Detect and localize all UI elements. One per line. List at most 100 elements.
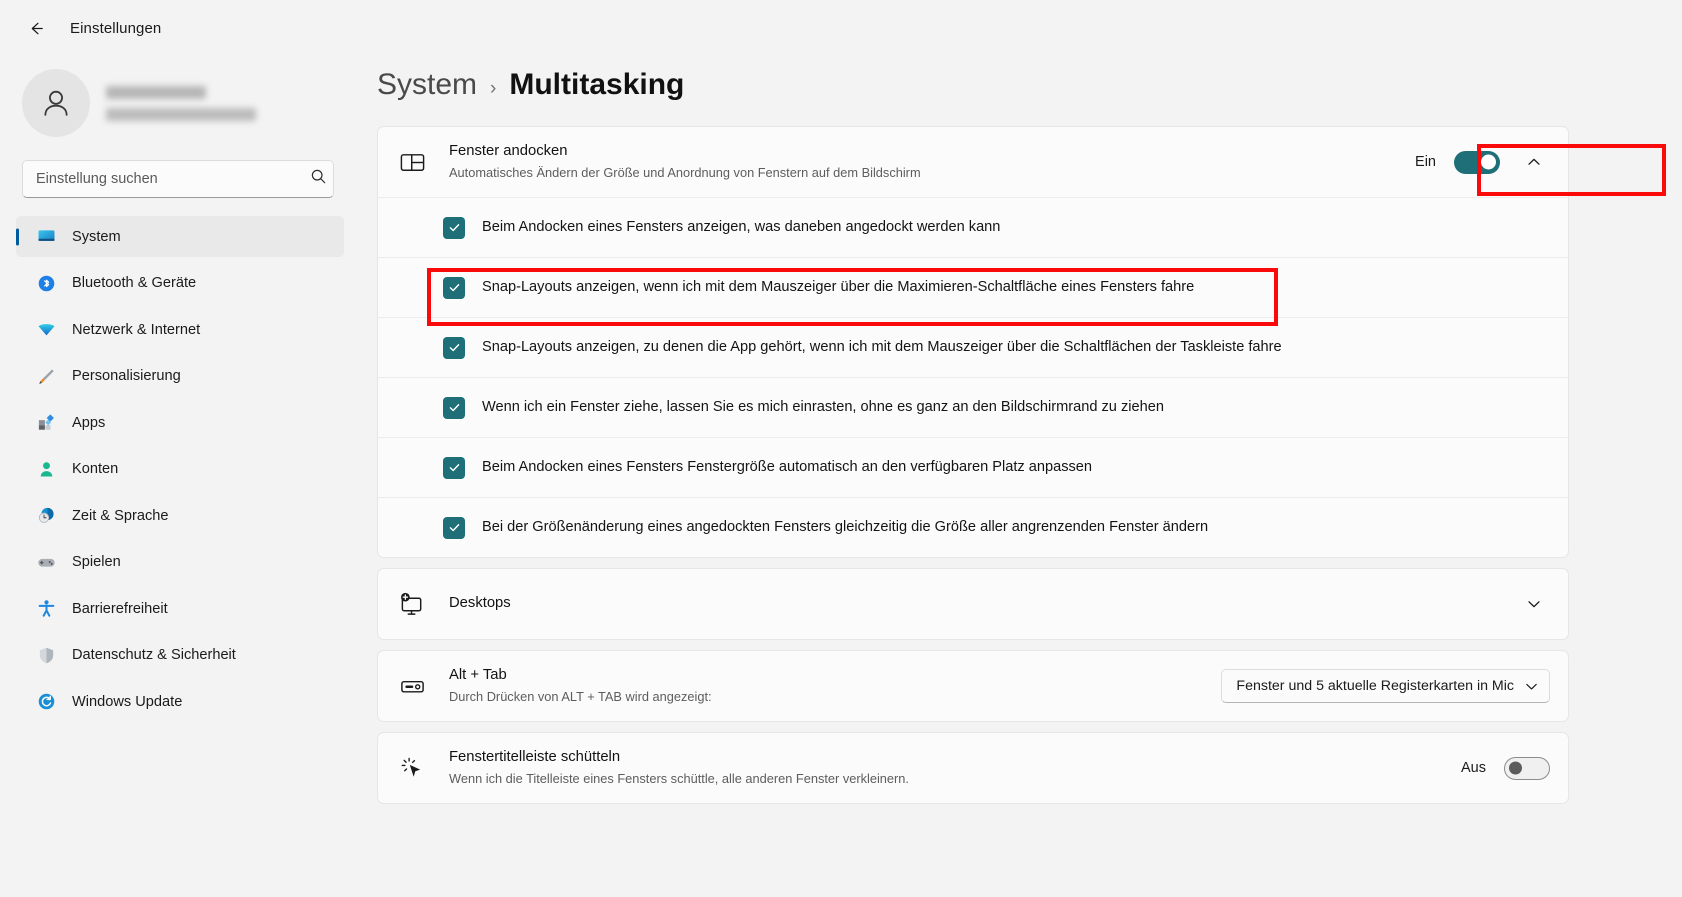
desktops-row[interactable]: Desktops: [378, 569, 1568, 639]
sidebar-item-label: Netzwerk & Internet: [72, 322, 200, 338]
chevron-up-icon: [1526, 154, 1542, 170]
breadcrumb-parent[interactable]: System: [377, 68, 477, 102]
alt-tab-controls: Fenster und 5 aktuelle Registerkarten in…: [1221, 669, 1550, 703]
search-input[interactable]: [22, 160, 334, 198]
snap-windows-controls: Ein: [1415, 146, 1550, 178]
alt-tab-dropdown[interactable]: Fenster und 5 aktuelle Registerkarten in…: [1221, 669, 1550, 703]
sidebar-item-label: Barrierefreiheit: [72, 601, 168, 617]
sidebar-item-privacy-security[interactable]: Datenschutz & Sicherheit: [16, 635, 344, 676]
checkmark-icon: [448, 281, 461, 294]
sidebar-item-accessibility[interactable]: Barrierefreiheit: [16, 588, 344, 629]
alt-tab-row: Alt + Tab Durch Drücken von ALT + TAB wi…: [378, 651, 1568, 721]
arrow-left-icon: [27, 19, 46, 38]
account-email-redacted: [106, 108, 256, 121]
sidebar-item-label: System: [72, 229, 121, 245]
snap-checkbox-row[interactable]: Wenn ich ein Fenster ziehe, lassen Sie e…: [378, 377, 1568, 437]
toggle-knob: [1481, 155, 1496, 170]
window-title: Einstellungen: [70, 20, 161, 37]
snap-windows-card: Fenster andocken Automatisches Ändern de…: [377, 126, 1569, 558]
checkbox-checked[interactable]: [443, 337, 465, 359]
chevron-right-icon: ›: [490, 78, 496, 100]
alt-tab-key-icon: [397, 673, 427, 700]
sidebar-item-accounts[interactable]: Konten: [16, 449, 344, 490]
breadcrumb: System › Multitasking: [377, 68, 1682, 126]
settings-window: Einstellungen: [0, 0, 1682, 897]
snap-checkbox-row[interactable]: Beim Andocken eines Fensters anzeigen, w…: [378, 197, 1568, 257]
sidebar: System Bluetooth & Geräte: [0, 56, 360, 897]
chevron-down-icon: [1524, 679, 1539, 694]
checkbox-label: Beim Andocken eines Fensters anzeigen, w…: [482, 218, 1000, 237]
toggle-knob: [1509, 762, 1522, 775]
bluetooth-icon: [36, 273, 56, 293]
alt-tab-subtitle: Durch Drücken von ALT + TAB wird angezei…: [449, 688, 1205, 705]
snap-checkbox-row[interactable]: Bei der Größenänderung eines angedockten…: [378, 497, 1568, 557]
sidebar-item-bluetooth[interactable]: Bluetooth & Geräte: [16, 263, 344, 304]
checkmark-icon: [448, 221, 461, 234]
sidebar-item-apps[interactable]: Apps: [16, 402, 344, 443]
update-refresh-icon: [36, 692, 56, 712]
window-titlebar: Einstellungen: [0, 0, 1682, 56]
alt-tab-dropdown-value: Fenster und 5 aktuelle Registerkarten in…: [1236, 678, 1514, 694]
checkmark-icon: [448, 521, 461, 534]
checkbox-checked[interactable]: [443, 397, 465, 419]
alt-tab-title: Alt + Tab: [449, 666, 1205, 686]
snap-toggle-label: Ein: [1415, 154, 1436, 170]
shake-cursor-icon: [397, 755, 427, 782]
alt-tab-card: Alt + Tab Durch Drücken von ALT + TAB wi…: [377, 650, 1569, 722]
avatar: [22, 69, 90, 137]
snap-windows-text: Fenster andocken Automatisches Ändern de…: [449, 142, 1399, 181]
desktops-card: Desktops: [377, 568, 1569, 640]
shake-toggle[interactable]: [1504, 757, 1550, 780]
title-bar-shake-subtitle: Wenn ich die Titelleiste eines Fensters …: [449, 770, 1445, 787]
checkbox-checked[interactable]: [443, 457, 465, 479]
sidebar-item-label: Zeit & Sprache: [72, 508, 169, 524]
checkmark-icon: [448, 401, 461, 414]
checkbox-label: Beim Andocken eines Fensters Fenstergröß…: [482, 458, 1092, 477]
shield-icon: [36, 645, 56, 665]
desktops-title: Desktops: [449, 594, 1502, 614]
snap-checkbox-row[interactable]: Beim Andocken eines Fensters Fenstergröß…: [378, 437, 1568, 497]
desktops-expand-button[interactable]: [1518, 588, 1550, 620]
checkbox-checked[interactable]: [443, 217, 465, 239]
gamepad-icon: [36, 552, 56, 572]
account-person-icon: [36, 459, 56, 479]
sidebar-item-time-language[interactable]: Zeit & Sprache: [16, 495, 344, 536]
sidebar-item-windows-update[interactable]: Windows Update: [16, 681, 344, 722]
alt-tab-text: Alt + Tab Durch Drücken von ALT + TAB wi…: [449, 666, 1205, 705]
snap-collapse-button[interactable]: [1518, 146, 1550, 178]
account-details: [106, 86, 256, 121]
search-box: [22, 160, 338, 198]
paintbrush-icon: [36, 366, 56, 386]
checkbox-label: Bei der Größenänderung eines angedockten…: [482, 518, 1208, 537]
content-area: System › Multitasking Fenster andock: [360, 56, 1682, 897]
clock-globe-icon: [36, 506, 56, 526]
checkbox-label: Wenn ich ein Fenster ziehe, lassen Sie e…: [482, 398, 1164, 417]
wifi-icon: [36, 320, 56, 340]
title-bar-shake-row: Fenstertitelleiste schütteln Wenn ich di…: [378, 733, 1568, 803]
snap-windows-header[interactable]: Fenster andocken Automatisches Ändern de…: [378, 127, 1568, 197]
sidebar-item-system[interactable]: System: [16, 216, 344, 257]
sidebar-item-network[interactable]: Netzwerk & Internet: [16, 309, 344, 350]
snap-windows-subtitle: Automatisches Ändern der Größe und Anord…: [449, 164, 1399, 181]
checkbox-checked[interactable]: [443, 517, 465, 539]
snap-checkbox-row[interactable]: Snap-Layouts anzeigen, zu denen die App …: [378, 317, 1568, 377]
sidebar-item-label: Apps: [72, 415, 105, 431]
sidebar-item-gaming[interactable]: Spielen: [16, 542, 344, 583]
person-avatar-icon: [37, 84, 75, 122]
snap-layout-icon: [397, 149, 427, 176]
snap-checkbox-row[interactable]: Snap-Layouts anzeigen, wenn ich mit dem …: [378, 257, 1568, 317]
sidebar-item-personalization[interactable]: Personalisierung: [16, 356, 344, 397]
sidebar-item-label: Konten: [72, 461, 118, 477]
back-button[interactable]: [18, 10, 54, 46]
shake-toggle-label: Aus: [1461, 760, 1486, 776]
sidebar-item-label: Spielen: [72, 554, 121, 570]
snap-toggle[interactable]: [1454, 151, 1500, 174]
checkmark-icon: [448, 461, 461, 474]
title-bar-shake-card: Fenstertitelleiste schütteln Wenn ich di…: [377, 732, 1569, 804]
desktops-controls: [1518, 588, 1550, 620]
checkbox-checked[interactable]: [443, 277, 465, 299]
sidebar-nav: System Bluetooth & Geräte: [16, 216, 344, 722]
account-card[interactable]: [16, 60, 344, 146]
sidebar-item-label: Bluetooth & Geräte: [72, 275, 196, 291]
settings-card-list: Fenster andocken Automatisches Ändern de…: [377, 126, 1569, 804]
